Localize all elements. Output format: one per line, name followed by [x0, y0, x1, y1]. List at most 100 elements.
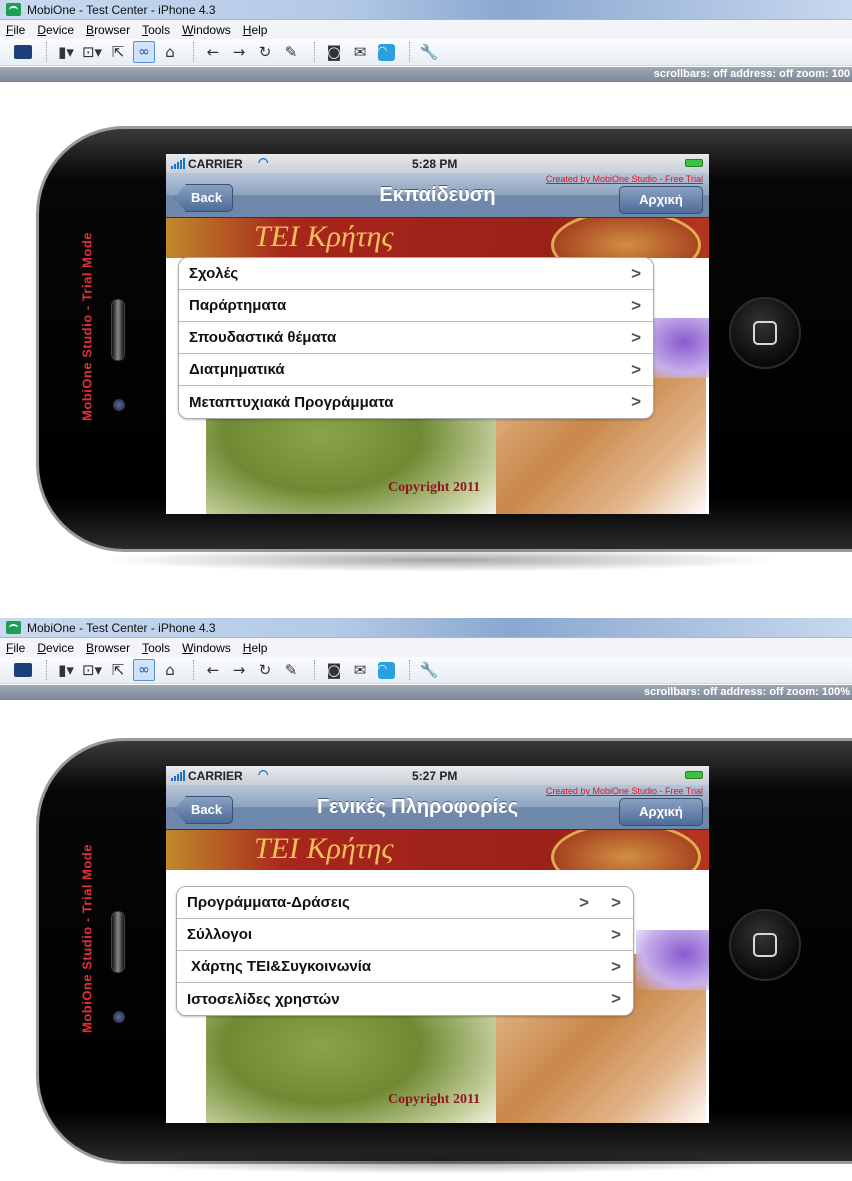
edit-button[interactable]: ✎ [280, 659, 302, 681]
wifi-button[interactable]: ◠ [375, 659, 397, 681]
orientation-button[interactable]: ⊡▾ [81, 659, 103, 681]
signal-icon [171, 770, 185, 781]
link-toggle-button[interactable]: ∞ [133, 41, 155, 63]
battery-icon [685, 771, 703, 779]
chevron-right-icon: > [631, 360, 641, 379]
chevron-right-icon: > [611, 957, 621, 976]
purple-image [636, 930, 709, 990]
edit-button[interactable]: ✎ [280, 41, 302, 63]
toolbar-separator [314, 660, 315, 680]
home-nav-button[interactable]: Αρχική [619, 798, 703, 826]
list-item-label: Προγράμματα-Δράσεις [187, 894, 350, 911]
email-button[interactable]: ✉ [349, 659, 371, 681]
list-item-label: Σύλλογοι [187, 926, 253, 943]
back-nav-button[interactable]: ← [202, 41, 224, 63]
wifi-button[interactable]: ◠ [375, 41, 397, 63]
app-screen: CARRIER ◠ 5:28 PM Created by MobiOne Stu… [166, 154, 709, 514]
list-item-programmata[interactable]: Προγράμματα-Δράσεις > > [177, 887, 633, 919]
list-item-syllogoi[interactable]: Σύλλογοι > [177, 919, 633, 951]
copyright-label: Copyright 2011 [388, 1092, 481, 1107]
list-item-istoselides[interactable]: Ιστοσελίδες χρηστών > [177, 983, 633, 1015]
home-icon: ⌂ [165, 43, 175, 61]
trial-mode-label: MobiOne Studio - Trial Mode [79, 232, 95, 421]
chevron-right-icon: > [631, 264, 641, 283]
list-item-label: Μεταπτυχιακά Προγράμματα [189, 393, 394, 411]
wifi-signal-icon: ◠ [258, 155, 269, 169]
refresh-icon: ↻ [258, 43, 272, 61]
forward-nav-button[interactable]: → [228, 659, 250, 681]
window-titlebar: MobiOne - Test Center - iPhone 4.3 [0, 0, 852, 20]
list-item-label: Διατμηματικά [189, 361, 285, 378]
screenshot-button[interactable]: ⇱ [107, 659, 129, 681]
device-home-button[interactable] [729, 297, 801, 369]
ios-status-bar: CARRIER ◠ 5:28 PM [166, 154, 709, 173]
link-toggle-button[interactable]: ∞ [133, 659, 155, 681]
menu-file[interactable]: File [6, 641, 25, 655]
menu-help[interactable]: Help [243, 641, 268, 655]
device-select-button[interactable]: ▮▾ [55, 659, 77, 681]
trial-credit-link[interactable]: Created by MobiOne Studio - Free Trial [546, 174, 703, 184]
menu-browser[interactable]: Browser [86, 23, 130, 37]
carrier-label: CARRIER [188, 157, 243, 171]
open-folder-button[interactable] [12, 41, 34, 63]
open-folder-button[interactable] [12, 659, 34, 681]
settings-button[interactable]: 🔧 [418, 41, 440, 63]
toolbar-separator [314, 42, 315, 62]
menu-windows[interactable]: Windows [182, 23, 231, 37]
list-item-metaptyxiaka[interactable]: Μεταπτυχιακά Προγράμματα > [179, 386, 653, 418]
viewer-status-bar: scrollbars: off address: off zoom: 100% [0, 685, 852, 700]
export-icon: ⇱ [111, 661, 125, 679]
list-item-scholes[interactable]: Σχολές > [179, 258, 653, 290]
export-icon: ⇱ [111, 43, 125, 61]
refresh-button[interactable]: ↻ [254, 41, 276, 63]
menu-file[interactable]: File [6, 23, 25, 37]
settings-button[interactable]: 🔧 [418, 659, 440, 681]
forward-nav-button[interactable]: → [228, 41, 250, 63]
viewer-status-bar: scrollbars: off address: off zoom: 100 [0, 67, 852, 82]
toolbar-separator [193, 42, 194, 62]
wrench-icon: 🔧 [419, 43, 439, 61]
menu-browser[interactable]: Browser [86, 641, 130, 655]
chevron-right-icon: > [611, 925, 621, 944]
menu-device[interactable]: Device [37, 641, 74, 655]
list-item-parartimata[interactable]: Παράρτηματα > [179, 290, 653, 322]
menu-help[interactable]: Help [243, 23, 268, 37]
home-nav-button[interactable]: Αρχική [619, 186, 703, 214]
home-button[interactable]: ⌂ [159, 41, 181, 63]
refresh-button[interactable]: ↻ [254, 659, 276, 681]
home-icon: ⌂ [165, 661, 175, 679]
camera-lens [113, 1011, 125, 1023]
app-screen: CARRIER ◠ 5:27 PM Created by MobiOne Stu… [166, 766, 709, 1123]
screenshot-button[interactable]: ⇱ [107, 41, 129, 63]
orientation-button[interactable]: ⊡▾ [81, 41, 103, 63]
camera-button[interactable]: ◙ [323, 41, 345, 63]
education-menu-list: Σχολές > Παράρτηματα > Σπουδαστικά θέματα >… [178, 257, 654, 419]
trial-credit-link[interactable]: Created by MobiOne Studio - Free Trial [546, 786, 703, 796]
toolbar-separator [193, 660, 194, 680]
device-home-button[interactable] [729, 909, 801, 981]
home-button[interactable]: ⌂ [159, 659, 181, 681]
list-item-label: Ιστοσελίδες χρηστών [187, 990, 340, 1008]
device-select-button[interactable]: ▮▾ [55, 41, 77, 63]
menu-tools[interactable]: Tools [142, 641, 170, 655]
wrench-icon: 🔧 [419, 661, 439, 679]
list-item-diatmimatika[interactable]: Διατμηματικά > [179, 354, 653, 386]
list-item-xartis[interactable]: Χάρτης ΤΕΙ&Συγκοινωνία > [177, 951, 633, 983]
menu-device[interactable]: Device [37, 23, 74, 37]
folder-icon [14, 45, 32, 59]
menu-tools[interactable]: Tools [142, 23, 170, 37]
camera-icon: ◙ [326, 661, 342, 679]
battery-icon [685, 159, 703, 167]
email-button[interactable]: ✉ [349, 41, 371, 63]
back-nav-button[interactable]: ← [202, 659, 224, 681]
menu-windows[interactable]: Windows [182, 641, 231, 655]
chevron-right-icon: > [611, 893, 621, 912]
banner-title: ΤΕΙ Κρήτης [254, 832, 394, 865]
ios-status-bar: CARRIER ◠ 5:27 PM [166, 766, 709, 785]
arrow-right-icon: → [232, 43, 246, 61]
camera-button[interactable]: ◙ [323, 659, 345, 681]
pencil-icon: ✎ [284, 661, 298, 679]
list-item-spoudastika[interactable]: Σπουδαστικά θέματα > [179, 322, 653, 354]
wifi-signal-icon: ◠ [258, 767, 269, 781]
window-titlebar: MobiOne - Test Center - iPhone 4.3 [0, 618, 852, 638]
